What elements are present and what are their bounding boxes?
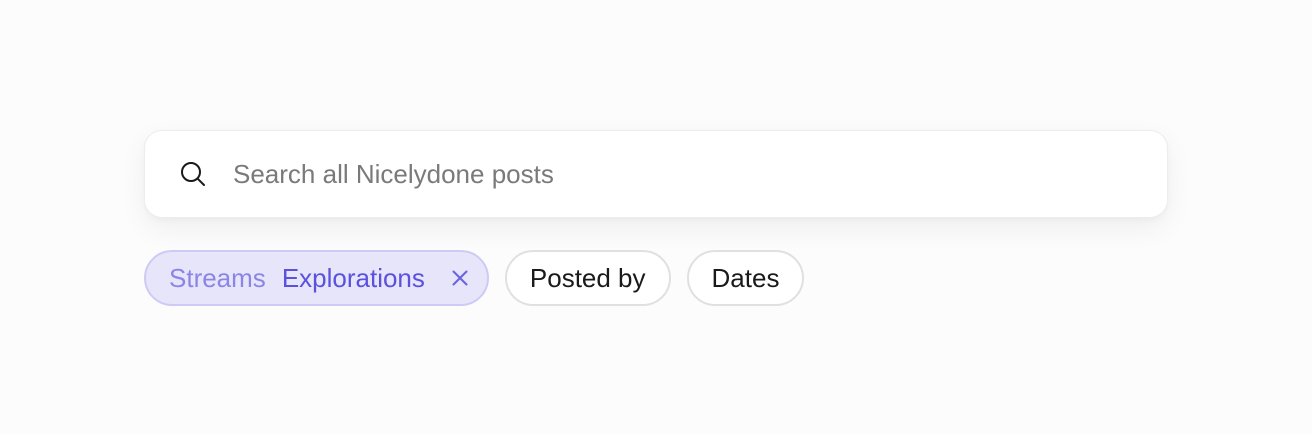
filter-chip-value: Explorations — [281, 262, 425, 293]
search-input[interactable] — [233, 154, 1113, 194]
filter-chip-label: Posted by — [529, 262, 646, 293]
filter-chip-label: Dates — [711, 262, 780, 293]
close-icon[interactable] — [449, 267, 471, 289]
search-icon — [178, 159, 208, 189]
filter-chip-key: Streams — [169, 262, 266, 293]
filter-chip-dates[interactable]: Dates — [686, 250, 805, 306]
search-bar[interactable] — [144, 130, 1168, 218]
filter-chip-streams[interactable]: Streams Explorations — [144, 250, 489, 306]
filter-chip-posted-by[interactable]: Posted by — [504, 250, 671, 306]
page: Streams Explorations Posted by Dates — [0, 0, 1312, 434]
filter-chips: Streams Explorations Posted by Dates — [144, 250, 820, 306]
